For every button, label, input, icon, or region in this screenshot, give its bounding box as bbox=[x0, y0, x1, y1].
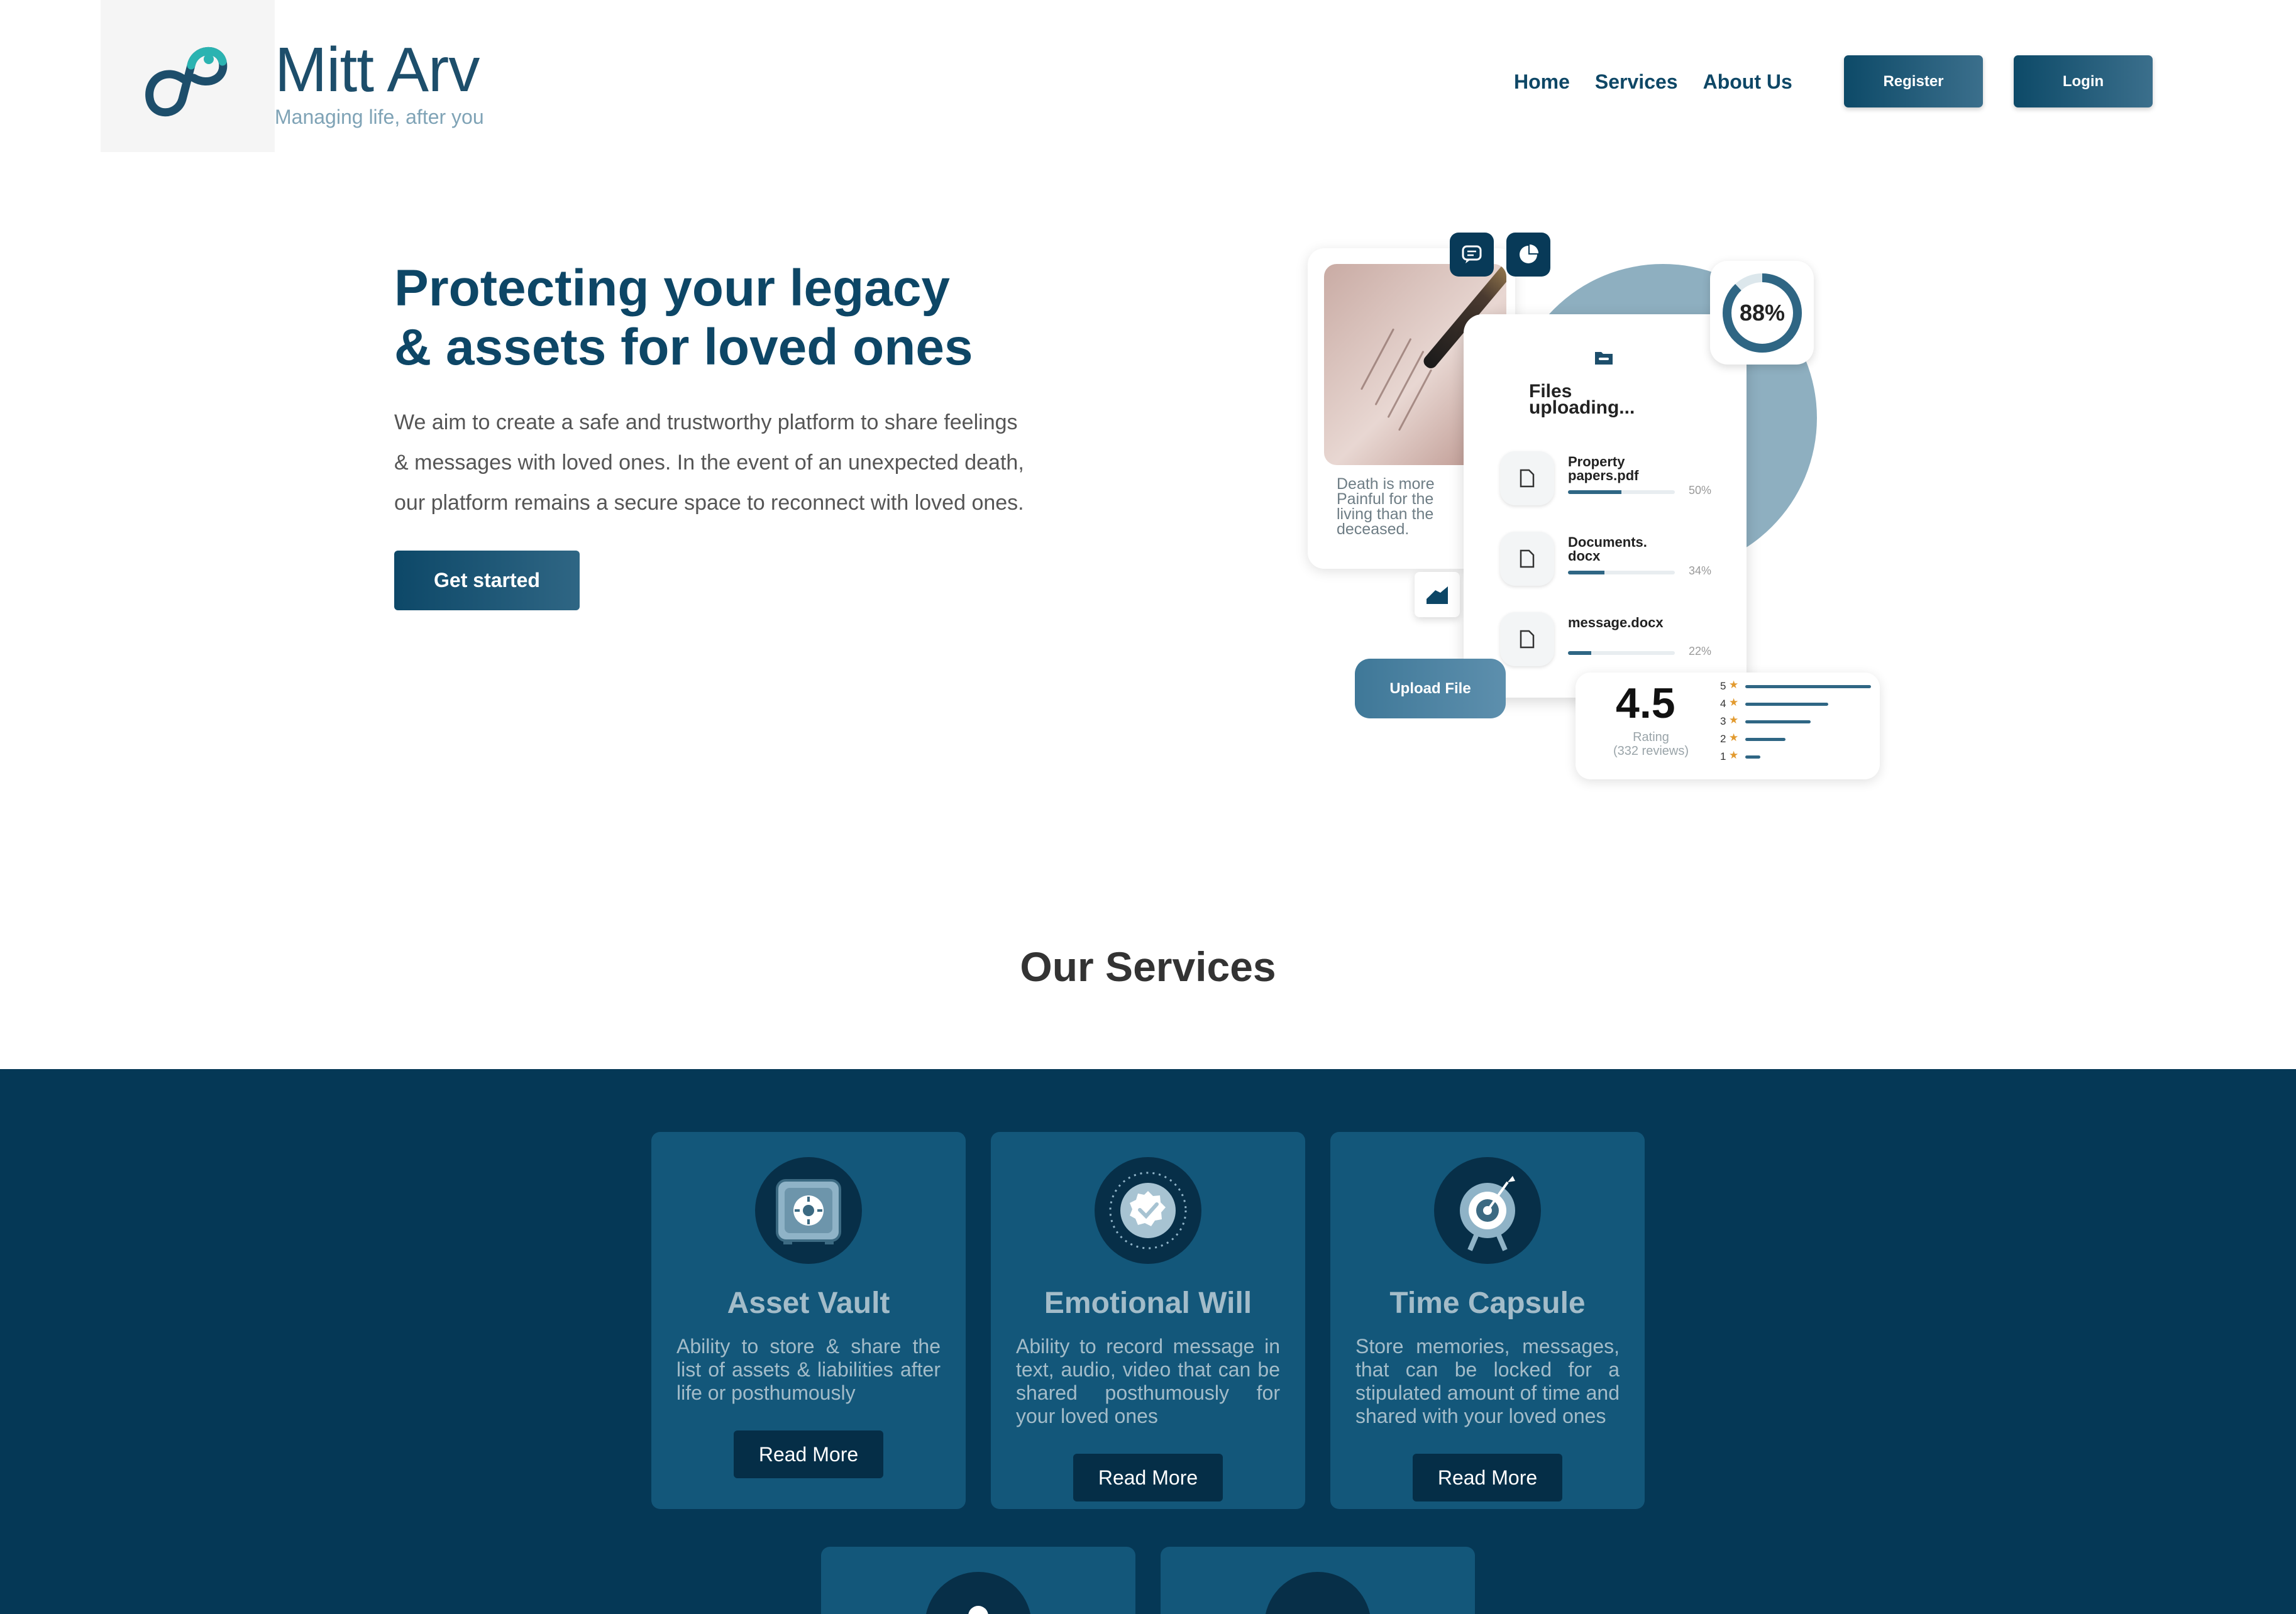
hero-title: Protecting your legacy & assets for love… bbox=[394, 259, 973, 377]
infinity-logo-icon bbox=[145, 47, 227, 117]
document-icon bbox=[1500, 612, 1554, 666]
rating-row-bar bbox=[1745, 685, 1871, 688]
services-heading: Our Services bbox=[1020, 943, 1276, 990]
rating-row-bar bbox=[1745, 703, 1828, 706]
document-icon bbox=[1500, 532, 1554, 586]
nav-about-us[interactable]: About Us bbox=[1703, 68, 1792, 96]
logo[interactable] bbox=[101, 0, 275, 152]
document-icon bbox=[1500, 451, 1554, 505]
star-icon: ★ bbox=[1729, 679, 1739, 691]
read-more-button[interactable]: Read More bbox=[1073, 1454, 1223, 1501]
people-icon bbox=[925, 1572, 1032, 1614]
rating-row-bar bbox=[1745, 755, 1760, 759]
file-name: Property papers.pdf bbox=[1568, 454, 1639, 483]
rating-value: 4.5 bbox=[1616, 679, 1675, 727]
service-card-partial bbox=[821, 1547, 1135, 1614]
rating-card: 4.5 Rating (332 reviews) 5 ★ 4 ★ 3 ★ 2 ★ 1 ★ bbox=[1576, 672, 1880, 779]
brand: Mitt Arv Managing life, after you bbox=[275, 35, 484, 129]
rating-reviews: (332 reviews) bbox=[1613, 744, 1689, 758]
read-more-button[interactable]: Read More bbox=[734, 1430, 883, 1478]
services-section: Asset Vault Ability to store & share the… bbox=[0, 1069, 2296, 1614]
service-description: Store memories, messages, that can be lo… bbox=[1355, 1335, 1620, 1427]
file-progress-bar bbox=[1568, 490, 1675, 494]
rating-row: 1 ★ bbox=[1720, 749, 1871, 764]
chat-icon bbox=[1450, 233, 1494, 277]
files-upload-card: Files uploading... Property papers.pdf 5… bbox=[1464, 314, 1747, 698]
nav-home[interactable]: Home bbox=[1514, 68, 1570, 96]
service-title: Asset Vault bbox=[727, 1287, 890, 1320]
service-description: Ability to store & share the list of ass… bbox=[676, 1335, 941, 1404]
files-title-line: uploading... bbox=[1529, 397, 1635, 418]
upload-file-button[interactable]: Upload File bbox=[1355, 659, 1506, 718]
login-button[interactable]: Login bbox=[2014, 55, 2153, 107]
trend-chart-icon bbox=[1415, 572, 1460, 617]
service-title: Time Capsule bbox=[1389, 1287, 1586, 1320]
service-card-emotional-will: Emotional Will Ability to record message… bbox=[991, 1132, 1305, 1509]
service-title: Emotional Will bbox=[1044, 1287, 1252, 1320]
hero-illustration: Death is more Painful for the living tha… bbox=[1295, 226, 1892, 792]
file-progress-bar bbox=[1568, 651, 1675, 655]
hero-description: We aim to create a safe and trustworthy … bbox=[394, 402, 1073, 523]
files-title: Files uploading... bbox=[1529, 382, 1635, 418]
rating-row-bar bbox=[1745, 720, 1811, 723]
progress-ring-badge: 88% bbox=[1710, 261, 1814, 365]
hero-title-line: Protecting your legacy bbox=[394, 260, 951, 317]
register-button[interactable]: Register bbox=[1844, 55, 1983, 107]
progress-ring: 88% bbox=[1722, 273, 1802, 353]
file-name: message.docx bbox=[1568, 615, 1664, 630]
hero-description-line: We aim to create a safe and trustworthy … bbox=[394, 410, 1018, 434]
folder-icon bbox=[1592, 346, 1615, 371]
hero-title-line: & assets for loved ones bbox=[394, 319, 973, 376]
rating-caption: Rating (332 reviews) bbox=[1607, 730, 1695, 758]
star-icon: ★ bbox=[1729, 732, 1739, 744]
service-card-asset-vault: Asset Vault Ability to store & share the… bbox=[651, 1132, 966, 1509]
quote-text: Death is more Painful for the living tha… bbox=[1337, 475, 1435, 538]
rating-row-bar bbox=[1745, 738, 1785, 741]
brand-tagline: Managing life, after you bbox=[275, 106, 484, 128]
get-started-button[interactable]: Get started bbox=[394, 551, 580, 610]
file-progress-label: 22% bbox=[1689, 645, 1712, 657]
brand-name: Mitt Arv bbox=[275, 35, 480, 105]
file-row: message.docx 22% bbox=[1500, 612, 1726, 669]
main-nav: Home Services About Us bbox=[1514, 68, 1818, 96]
file-row: Property papers.pdf 50% bbox=[1500, 451, 1726, 508]
rating-row: 2 ★ bbox=[1720, 732, 1871, 747]
nav-services[interactable]: Services bbox=[1595, 68, 1678, 96]
progress-ring-label: 88% bbox=[1739, 300, 1784, 326]
file-name: Documents. docx bbox=[1568, 534, 1647, 564]
rating-row-star-count: 1 bbox=[1720, 750, 1726, 762]
service-description: Ability to record message in text, audio… bbox=[1016, 1335, 1280, 1427]
rating-row-star-count: 3 bbox=[1720, 715, 1726, 727]
target-icon bbox=[1434, 1157, 1541, 1264]
hero-description-line: our platform remains a secure space to r… bbox=[394, 491, 1024, 515]
safe-icon bbox=[755, 1157, 862, 1264]
rating-row-star-count: 2 bbox=[1720, 733, 1726, 745]
browser-icon bbox=[1264, 1572, 1371, 1614]
star-icon: ★ bbox=[1729, 696, 1739, 708]
hero-description-line: & messages with loved ones. In the event… bbox=[394, 451, 1024, 475]
read-more-button[interactable]: Read More bbox=[1413, 1454, 1562, 1501]
file-progress-label: 50% bbox=[1689, 484, 1712, 497]
file-row: Documents. docx 34% bbox=[1500, 532, 1726, 588]
rating-row-star-count: 5 bbox=[1720, 680, 1726, 692]
service-card-time-capsule: Time Capsule Store memories, messages, t… bbox=[1330, 1132, 1645, 1509]
rating-label: Rating bbox=[1633, 730, 1669, 744]
verified-badge-icon bbox=[1095, 1157, 1201, 1264]
service-card-partial bbox=[1161, 1547, 1475, 1614]
rating-row: 5 ★ bbox=[1720, 679, 1871, 694]
star-icon: ★ bbox=[1729, 749, 1739, 761]
file-progress-label: 34% bbox=[1689, 564, 1712, 577]
rating-row: 4 ★ bbox=[1720, 696, 1871, 711]
star-icon: ★ bbox=[1729, 714, 1739, 726]
rating-row: 3 ★ bbox=[1720, 714, 1871, 729]
file-progress-bar bbox=[1568, 571, 1675, 574]
rating-row-star-count: 4 bbox=[1720, 698, 1726, 710]
pie-chart-icon bbox=[1506, 233, 1550, 277]
